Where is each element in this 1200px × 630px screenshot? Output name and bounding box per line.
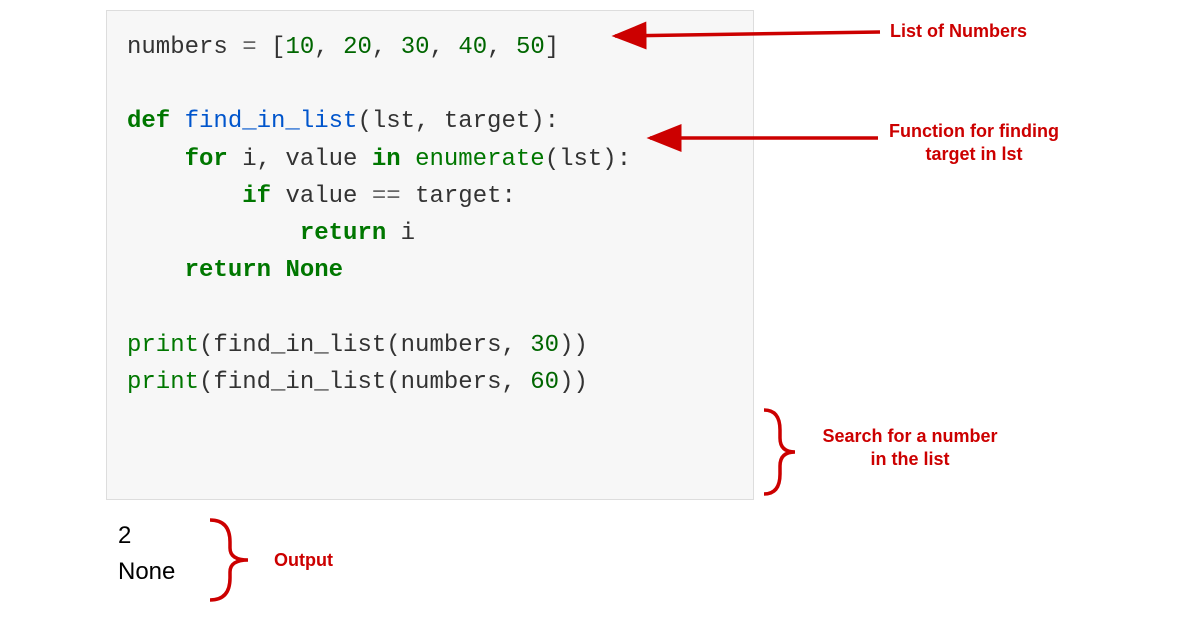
code-block: numbers = [10, 20, 30, 40, 50] def find_… [106, 10, 754, 500]
annotation-function-finding: Function for finding target in lst [884, 120, 1064, 167]
code-line-1: numbers = [10, 20, 30, 40, 50] [127, 29, 733, 66]
code-line-7: print(find_in_list(numbers, 30)) [127, 327, 733, 364]
code-line-5: return i [127, 215, 733, 252]
annotation-list-of-numbers: List of Numbers [890, 20, 1027, 43]
code-line-8: print(find_in_list(numbers, 60)) [127, 364, 733, 401]
output-line-1: 2 [118, 518, 175, 554]
code-blank-line [127, 289, 733, 326]
annotation-search-number: Search for a number in the list [820, 425, 1000, 472]
code-line-2: def find_in_list(lst, target): [127, 103, 733, 140]
code-line-6: return None [127, 252, 733, 289]
code-line-3: for i, value in enumerate(lst): [127, 141, 733, 178]
annotation-output: Output [274, 549, 333, 572]
code-blank-line [127, 66, 733, 103]
output-block: 2 None [118, 518, 175, 590]
code-line-4: if value == target: [127, 178, 733, 215]
brace-icon [764, 410, 795, 494]
brace-icon [210, 520, 248, 600]
output-line-2: None [118, 554, 175, 590]
